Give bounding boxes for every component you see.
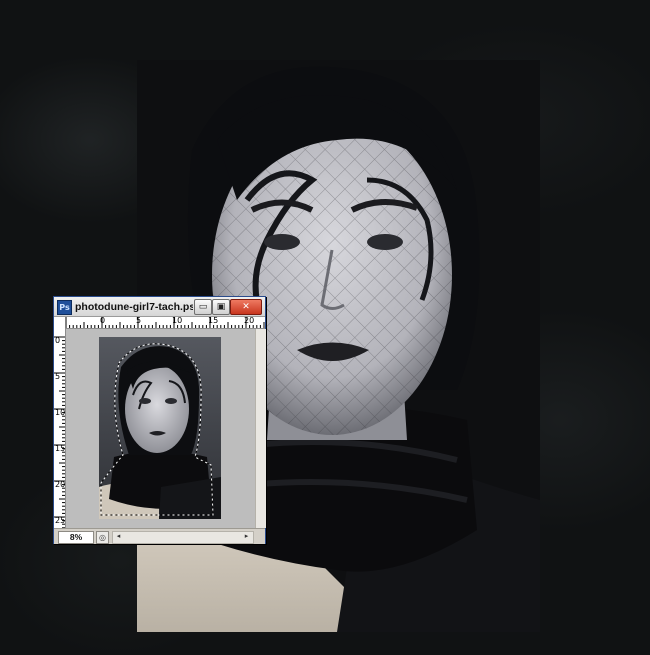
status-menu-icon[interactable]: ◎ xyxy=(96,531,109,544)
ruler-v-label: 10 xyxy=(55,408,66,417)
zoom-field[interactable]: 8% xyxy=(58,531,94,544)
ruler-h-label: 5 xyxy=(136,316,142,325)
ruler-v-label: 15 xyxy=(55,444,66,453)
vertical-ruler[interactable]: 0 5 10 15 20 25 xyxy=(54,328,66,528)
close-button[interactable]: ✕ xyxy=(230,299,262,315)
ruler-v-label: 0 xyxy=(55,336,61,345)
horizontal-scrollbar[interactable]: ◂ ▸ xyxy=(112,531,254,544)
canvas-area[interactable] xyxy=(66,329,255,528)
scroll-right-icon[interactable]: ▸ xyxy=(242,532,251,541)
window-titlebar[interactable]: Ps photodune-girl7-tach.psd ... ▭ ▣ ✕ xyxy=(54,297,265,317)
maximize-button[interactable]: ▣ xyxy=(212,299,230,315)
photoshop-icon: Ps xyxy=(57,300,72,315)
ruler-h-label: 20 xyxy=(244,316,255,325)
ruler-v-label: 20 xyxy=(55,480,66,489)
document-title: photodune-girl7-tach.psd ... xyxy=(75,301,193,313)
status-bar: 8% ◎ ◂ ▸ xyxy=(54,528,265,544)
document-window[interactable]: Ps photodune-girl7-tach.psd ... ▭ ▣ ✕ 0 … xyxy=(53,296,266,544)
minimize-button[interactable]: ▭ xyxy=(194,299,212,315)
scroll-left-icon[interactable]: ◂ xyxy=(114,532,123,541)
document-canvas[interactable] xyxy=(99,337,221,519)
horizontal-ruler[interactable]: 0 5 10 15 20 xyxy=(54,317,265,329)
ruler-h-label: 15 xyxy=(208,316,219,325)
ruler-v-label: 5 xyxy=(55,372,61,381)
ruler-h-label: 0 xyxy=(100,316,106,325)
ruler-v-label: 25 xyxy=(55,516,66,525)
ruler-h-label: 10 xyxy=(172,316,183,325)
vertical-scrollbar[interactable] xyxy=(255,329,266,528)
